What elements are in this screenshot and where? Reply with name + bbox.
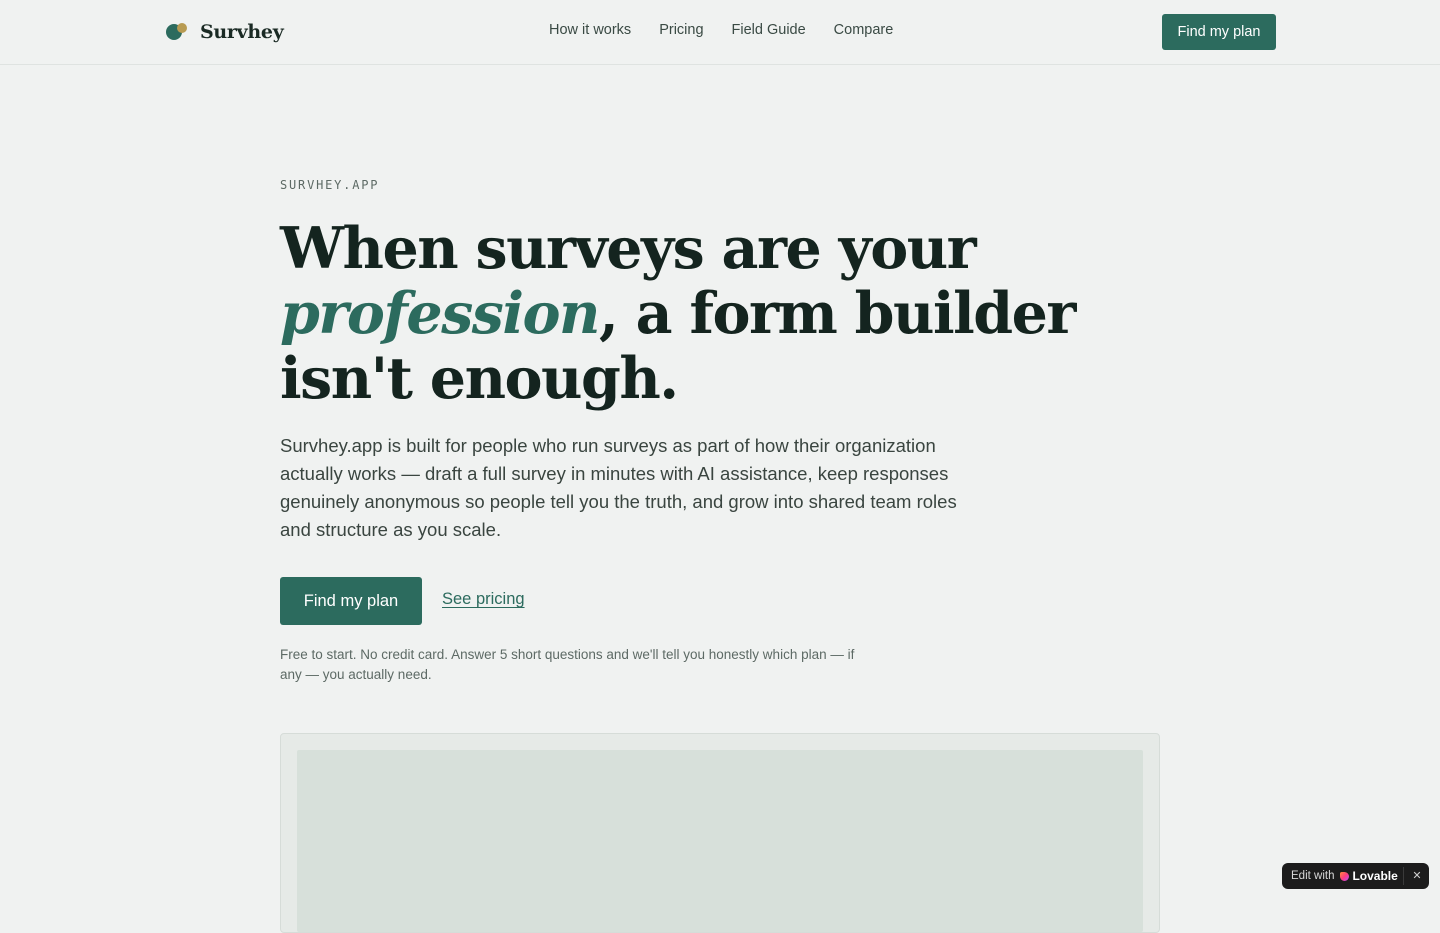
close-icon[interactable]: ✕ — [1409, 868, 1425, 884]
headline-line-1: When surveys are your — [280, 215, 977, 282]
hero-eyebrow: SURVHEY.APP — [280, 178, 380, 192]
hero-fineprint: Free to start. No credit card. Answer 5 … — [280, 647, 855, 682]
logo-icon — [166, 20, 190, 44]
brand-logo-link[interactable]: Survhey — [166, 20, 284, 44]
site-header: Survhey How it works Pricing Field Guide… — [0, 0, 1440, 65]
nav-link-field-guide[interactable]: Field Guide — [732, 22, 806, 38]
brand-name: Survhey — [200, 21, 284, 43]
badge-divider — [1403, 867, 1404, 885]
edit-with-lovable-badge[interactable]: Edit with Lovable ✕ — [1282, 863, 1429, 889]
header-find-plan-button[interactable]: Find my plan — [1162, 14, 1276, 50]
headline-accent: profession — [280, 280, 600, 347]
badge-brand-text: Lovable — [1352, 869, 1398, 883]
hero-description: Survhey.app is built for people who run … — [280, 435, 957, 540]
see-pricing-link[interactable]: See pricing — [442, 590, 525, 609]
nav-link-how-it-works[interactable]: How it works — [549, 22, 631, 38]
product-preview-placeholder — [297, 750, 1143, 932]
nav-link-compare[interactable]: Compare — [834, 22, 894, 38]
hero-find-plan-button[interactable]: Find my plan — [280, 577, 422, 625]
main-nav: How it works Pricing Field Guide Compare — [549, 22, 893, 38]
lovable-logo-icon — [1340, 871, 1350, 881]
nav-link-pricing[interactable]: Pricing — [659, 22, 703, 38]
badge-edit-text: Edit with — [1291, 870, 1335, 882]
product-preview-frame — [280, 733, 1160, 933]
hero-headline: When surveys are your profession, a form … — [280, 216, 1140, 411]
